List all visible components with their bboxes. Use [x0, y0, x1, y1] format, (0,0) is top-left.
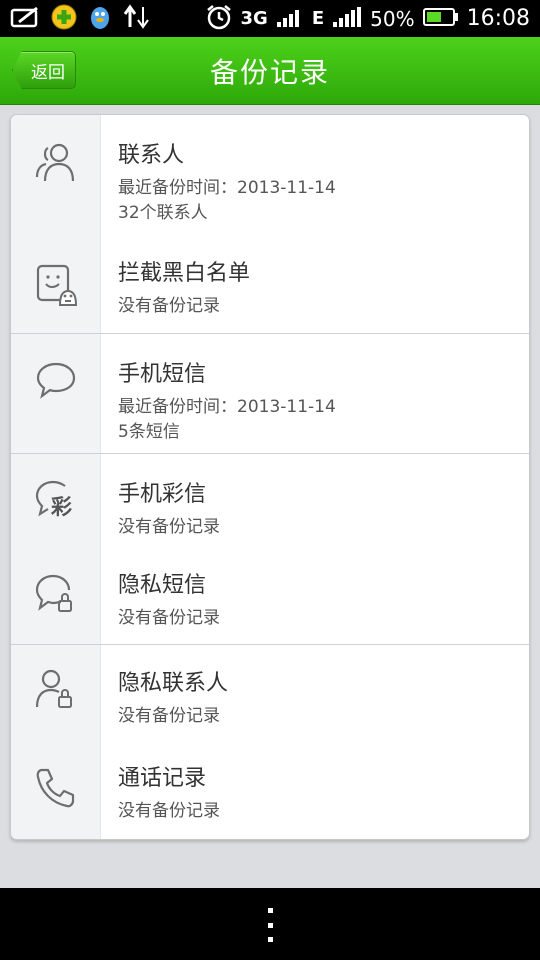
menu-dot: [267, 922, 273, 928]
item-title: 手机彩信: [118, 482, 207, 507]
back-button[interactable]: 返回: [12, 51, 76, 89]
data-transfer-icon: [122, 3, 152, 35]
qq-penguin-icon: [86, 3, 114, 35]
item-last-backup: 没有备份记录: [118, 517, 220, 537]
list-item-blocklist[interactable]: 拦截黑白名单 没有备份记录: [11, 233, 529, 333]
item-last-backup: 没有备份记录: [118, 296, 220, 316]
page-title: 备份记录: [209, 55, 330, 89]
item-title: 拦截黑白名单: [118, 261, 251, 286]
alarm-clock-icon: [205, 3, 233, 35]
list-item-private-sms[interactable]: 隐私短信 没有备份记录: [11, 554, 529, 644]
item-count: 32个联系人: [118, 203, 208, 223]
clock-time: 16:08: [466, 6, 530, 31]
signal-strength-icon-2: [332, 6, 362, 32]
item-last-backup: 没有备份记录: [118, 706, 220, 726]
menu-dot: [267, 937, 273, 942]
system-nav-bar: [0, 888, 540, 960]
list-item-contacts[interactable]: 联系人 最近备份时间：2013-11-14 32个联系人: [11, 115, 529, 233]
list-item-private-contacts[interactable]: 隐私联系人 没有备份记录: [11, 645, 529, 745]
item-title: 隐私短信: [118, 573, 207, 598]
status-bar-left: [10, 3, 152, 35]
item-last-backup: 最近备份时间：2013-11-14: [118, 397, 336, 417]
battery-icon: [422, 7, 459, 31]
edit-note-icon: [10, 5, 42, 33]
menu-overflow-button[interactable]: [262, 908, 278, 942]
mms-icon-text: 彩: [51, 495, 72, 519]
network-3g-label: 3G: [240, 8, 268, 29]
nav-bar: 返回 备份记录: [0, 37, 540, 105]
sms-icon: [33, 358, 79, 404]
battery-percent: 50%: [370, 6, 415, 31]
network-e-label: E: [311, 8, 325, 29]
mms-icon: 彩: [33, 476, 79, 522]
phone-icon: [33, 765, 79, 811]
item-last-backup: 没有备份记录: [118, 801, 220, 821]
signal-strength-icon: [276, 6, 304, 32]
security-guard-icon: [50, 3, 78, 35]
private-sms-icon: [33, 571, 79, 617]
list-item-mms[interactable]: 彩 手机彩信 没有备份记录: [11, 454, 529, 554]
item-title: 通话记录: [118, 766, 207, 791]
item-title: 联系人: [118, 143, 185, 168]
private-contact-icon: [33, 667, 79, 713]
menu-dot: [267, 908, 273, 913]
list-item-sms[interactable]: 手机短信 最近备份时间：2013-11-14 5条短信: [11, 334, 529, 453]
blocklist-icon: [33, 263, 79, 309]
contacts-icon: [33, 139, 79, 185]
item-title: 手机短信: [118, 362, 207, 387]
backup-records-card: 联系人 最近备份时间：2013-11-14 32个联系人 拦截黑白名单 没有备份…: [10, 114, 530, 840]
item-count: 5条短信: [118, 422, 180, 442]
status-bar-right: 3G E 50% 16:08: [205, 4, 530, 33]
item-last-backup: 没有备份记录: [118, 608, 220, 628]
item-title: 隐私联系人: [118, 671, 229, 696]
status-bar: 3G E 50% 16:08: [0, 0, 540, 37]
list-item-call-log[interactable]: 通话记录 没有备份记录: [11, 745, 529, 839]
item-last-backup: 最近备份时间：2013-11-14: [118, 178, 336, 198]
